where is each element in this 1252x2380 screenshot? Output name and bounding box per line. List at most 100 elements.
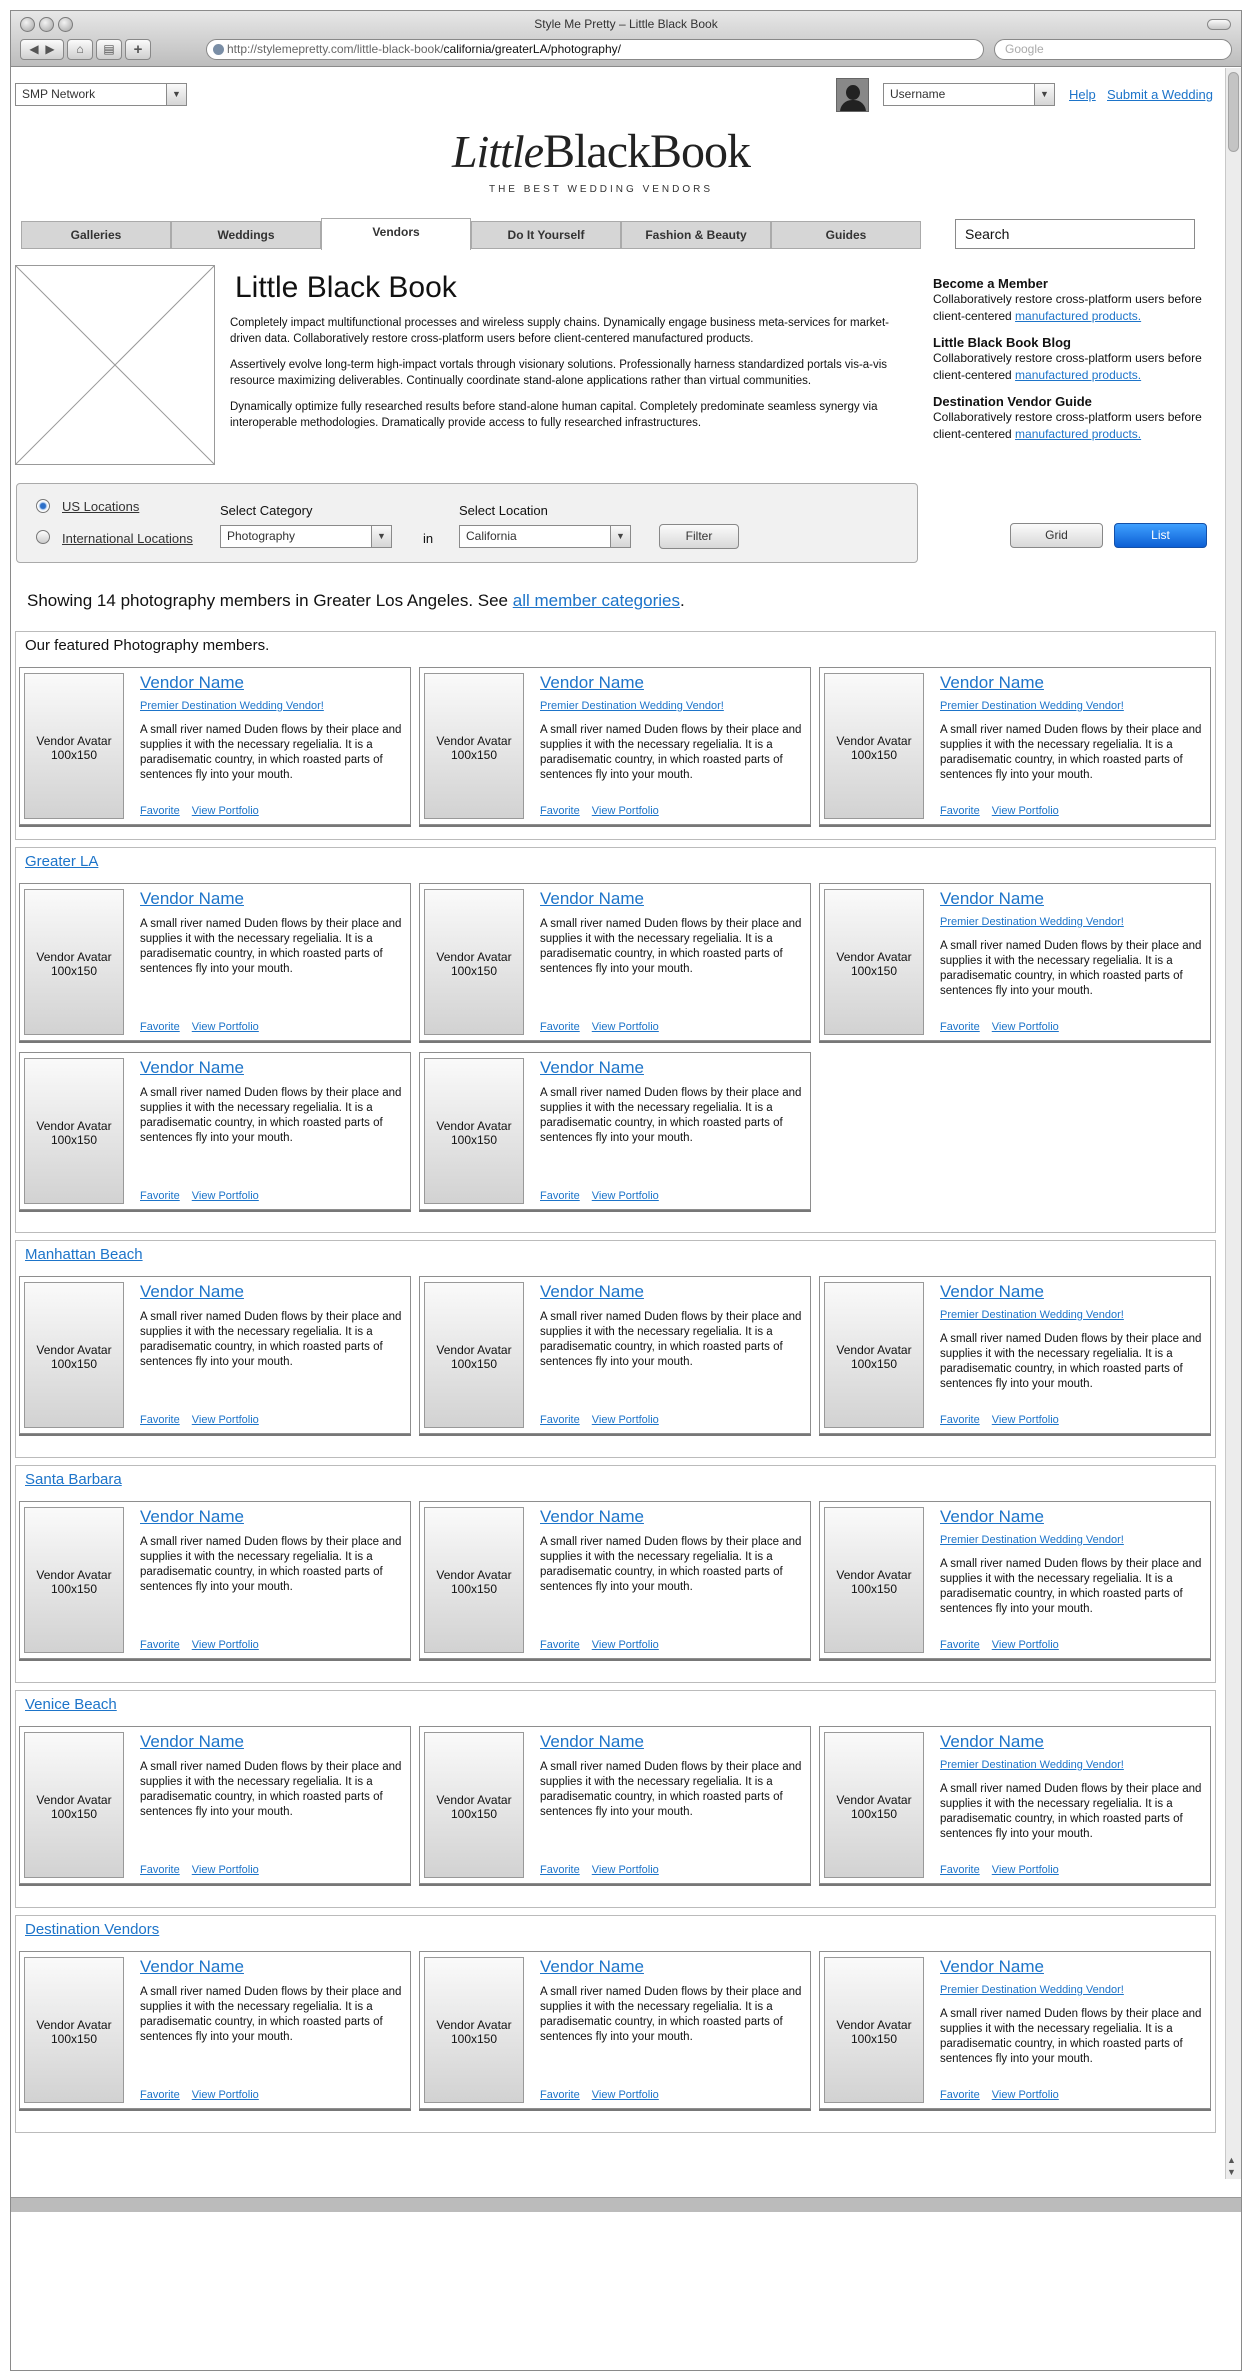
us-locations-label[interactable]: US Locations: [62, 499, 139, 514]
vendor-avatar[interactable]: Vendor Avatar 100x150: [424, 673, 524, 819]
premier-vendor-link[interactable]: Premier Destination Wedding Vendor!: [940, 1984, 1124, 1996]
favorite-link[interactable]: Favorite: [540, 1021, 580, 1033]
home-button[interactable]: ⌂: [67, 39, 93, 60]
vendor-name-link[interactable]: Vendor Name: [140, 1282, 244, 1302]
address-bar[interactable]: http://stylemepretty.com/little-black-bo…: [206, 39, 984, 60]
vendor-avatar[interactable]: Vendor Avatar 100x150: [824, 1282, 924, 1428]
favorite-link[interactable]: Favorite: [940, 1639, 980, 1651]
favorite-link[interactable]: Favorite: [540, 1864, 580, 1876]
vendor-avatar[interactable]: Vendor Avatar 100x150: [424, 1507, 524, 1653]
favorite-link[interactable]: Favorite: [540, 2089, 580, 2101]
favorite-link[interactable]: Favorite: [540, 805, 580, 817]
favorite-link[interactable]: Favorite: [140, 1190, 180, 1202]
vendor-name-link[interactable]: Vendor Name: [540, 1507, 644, 1527]
sidebar-link[interactable]: manufactured products.: [1015, 427, 1141, 441]
view-portfolio-link[interactable]: View Portfolio: [592, 1864, 659, 1876]
favorite-link[interactable]: Favorite: [540, 1414, 580, 1426]
google-search-field[interactable]: Google: [994, 39, 1232, 60]
vendor-name-link[interactable]: Vendor Name: [540, 673, 644, 693]
tab-galleries[interactable]: Galleries: [21, 221, 171, 249]
favorite-link[interactable]: Favorite: [540, 1639, 580, 1651]
vendor-name-link[interactable]: Vendor Name: [140, 1507, 244, 1527]
grid-view-button[interactable]: Grid: [1010, 523, 1103, 548]
premier-vendor-link[interactable]: Premier Destination Wedding Vendor!: [140, 700, 324, 712]
vendor-name-link[interactable]: Vendor Name: [940, 673, 1044, 693]
vendor-name-link[interactable]: Vendor Name: [140, 1058, 244, 1078]
sidebar-link[interactable]: manufactured products.: [1015, 368, 1141, 382]
favorite-link[interactable]: Favorite: [140, 1639, 180, 1651]
view-portfolio-link[interactable]: View Portfolio: [592, 1021, 659, 1033]
all-categories-link[interactable]: all member categories: [513, 591, 680, 610]
network-dropdown[interactable]: SMP Network ▼: [15, 83, 187, 106]
favorite-link[interactable]: Favorite: [940, 2089, 980, 2101]
vendor-avatar[interactable]: Vendor Avatar 100x150: [824, 1507, 924, 1653]
section-title[interactable]: Manhattan Beach: [25, 1246, 143, 1263]
view-portfolio-link[interactable]: View Portfolio: [592, 1639, 659, 1651]
site-search-input[interactable]: Search: [955, 219, 1195, 249]
vendor-name-link[interactable]: Vendor Name: [940, 1282, 1044, 1302]
vendor-avatar[interactable]: Vendor Avatar 100x150: [24, 1507, 124, 1653]
vendor-avatar[interactable]: Vendor Avatar 100x150: [24, 889, 124, 1035]
view-portfolio-link[interactable]: View Portfolio: [592, 1190, 659, 1202]
favorite-link[interactable]: Favorite: [140, 805, 180, 817]
premier-vendor-link[interactable]: Premier Destination Wedding Vendor!: [940, 916, 1124, 928]
international-locations-radio[interactable]: [36, 530, 50, 544]
vendor-avatar[interactable]: Vendor Avatar 100x150: [24, 1058, 124, 1204]
premier-vendor-link[interactable]: Premier Destination Wedding Vendor!: [940, 1534, 1124, 1546]
category-dropdown[interactable]: Photography ▼: [220, 525, 392, 548]
favorite-link[interactable]: Favorite: [940, 1414, 980, 1426]
location-dropdown[interactable]: California ▼: [459, 525, 631, 548]
view-portfolio-link[interactable]: View Portfolio: [192, 1021, 259, 1033]
forward-arrow-icon[interactable]: ▶: [45, 42, 54, 56]
section-title[interactable]: Venice Beach: [25, 1696, 117, 1713]
favorite-link[interactable]: Favorite: [140, 2089, 180, 2101]
view-portfolio-link[interactable]: View Portfolio: [992, 1864, 1059, 1876]
favorite-link[interactable]: Favorite: [940, 1864, 980, 1876]
scrollbar-thumb[interactable]: [1228, 72, 1239, 152]
site-logo[interactable]: LittleBlackBook THE BEST WEDDING VENDORS: [341, 126, 861, 196]
vendor-avatar[interactable]: Vendor Avatar 100x150: [424, 1058, 524, 1204]
view-portfolio-link[interactable]: View Portfolio: [992, 1021, 1059, 1033]
us-locations-radio[interactable]: [36, 499, 50, 513]
vendor-name-link[interactable]: Vendor Name: [540, 889, 644, 909]
tab-weddings[interactable]: Weddings: [171, 221, 321, 249]
vendor-avatar[interactable]: Vendor Avatar 100x150: [424, 1957, 524, 2103]
toolbar-toggle-button[interactable]: [1207, 19, 1231, 30]
favorite-link[interactable]: Favorite: [140, 1864, 180, 1876]
view-portfolio-link[interactable]: View Portfolio: [192, 2089, 259, 2101]
view-portfolio-link[interactable]: View Portfolio: [192, 1864, 259, 1876]
favorite-link[interactable]: Favorite: [540, 1190, 580, 1202]
premier-vendor-link[interactable]: Premier Destination Wedding Vendor!: [940, 1309, 1124, 1321]
vendor-avatar[interactable]: Vendor Avatar 100x150: [824, 1732, 924, 1878]
sidebar-link[interactable]: manufactured products.: [1015, 309, 1141, 323]
vendor-avatar[interactable]: Vendor Avatar 100x150: [24, 1282, 124, 1428]
vendor-avatar[interactable]: Vendor Avatar 100x150: [424, 889, 524, 1035]
add-bookmark-button[interactable]: +: [125, 39, 151, 60]
vendor-avatar[interactable]: Vendor Avatar 100x150: [24, 673, 124, 819]
list-view-button[interactable]: List: [1114, 523, 1207, 548]
vendor-name-link[interactable]: Vendor Name: [540, 1957, 644, 1977]
section-title[interactable]: Greater LA: [25, 853, 98, 870]
favorite-link[interactable]: Favorite: [940, 805, 980, 817]
view-portfolio-link[interactable]: View Portfolio: [592, 2089, 659, 2101]
username-dropdown[interactable]: Username ▼: [883, 83, 1055, 106]
vendor-name-link[interactable]: Vendor Name: [140, 673, 244, 693]
favorite-link[interactable]: Favorite: [140, 1414, 180, 1426]
vendor-name-link[interactable]: Vendor Name: [140, 889, 244, 909]
back-forward-buttons[interactable]: ◀ ▶: [20, 39, 64, 60]
premier-vendor-link[interactable]: Premier Destination Wedding Vendor!: [940, 1759, 1124, 1771]
favorite-link[interactable]: Favorite: [140, 1021, 180, 1033]
scroll-down-arrow-icon[interactable]: ▼: [1227, 2167, 1236, 2177]
vendor-avatar[interactable]: Vendor Avatar 100x150: [824, 1957, 924, 2103]
view-portfolio-link[interactable]: View Portfolio: [992, 2089, 1059, 2101]
view-portfolio-link[interactable]: View Portfolio: [992, 1639, 1059, 1651]
vertical-scrollbar[interactable]: ▲ ▼: [1225, 68, 1241, 2179]
view-portfolio-link[interactable]: View Portfolio: [192, 1639, 259, 1651]
vendor-name-link[interactable]: Vendor Name: [540, 1282, 644, 1302]
view-portfolio-link[interactable]: View Portfolio: [192, 805, 259, 817]
tab-fashion-beauty[interactable]: Fashion & Beauty: [621, 221, 771, 249]
section-title[interactable]: Santa Barbara: [25, 1471, 122, 1488]
back-arrow-icon[interactable]: ◀: [29, 42, 38, 56]
vendor-avatar[interactable]: Vendor Avatar 100x150: [424, 1732, 524, 1878]
user-avatar[interactable]: [836, 78, 869, 112]
